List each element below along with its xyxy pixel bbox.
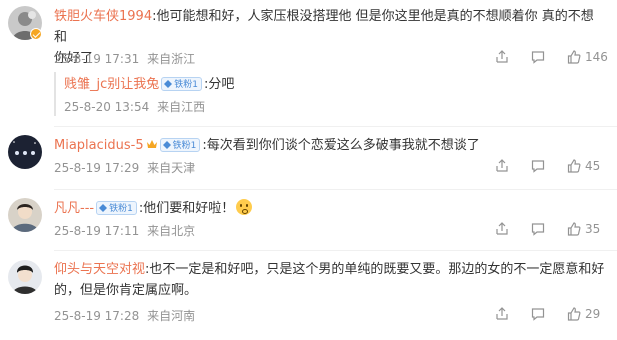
comment-actions: 45: [495, 159, 609, 173]
like-button[interactable]: 35: [567, 222, 609, 236]
fan-level-badge[interactable]: 铁粉1: [161, 77, 202, 91]
fan-level-icon: [99, 204, 108, 212]
share-button[interactable]: [495, 50, 509, 64]
share-icon: [496, 222, 508, 235]
share-icon: [496, 50, 508, 63]
comment-body-continued: 的，但是你肯定属应啊。: [54, 283, 198, 298]
timestamp: 25-8-20 13:54: [64, 100, 150, 114]
comment-body: :每次看到你们谈个恋爱这么多破事我就不想谈了: [202, 138, 480, 153]
comment-icon: [531, 223, 545, 236]
timestamp: 25-8-19 17:29: [54, 161, 140, 175]
avatar[interactable]: [8, 198, 42, 232]
reply-meta: 25-8-20 13:54 来自江西: [64, 98, 205, 115]
reply-button[interactable]: [531, 50, 545, 64]
reply-text: 贱雏_jc别让我兔 铁粉1:分吧: [64, 74, 595, 95]
like-button[interactable]: 146: [567, 50, 609, 64]
like-icon: [567, 50, 581, 64]
crown-icon: [146, 140, 157, 148]
username-link[interactable]: Miaplacidus-5: [54, 138, 144, 153]
avatar[interactable]: [8, 260, 42, 294]
location: 来自北京: [147, 224, 196, 238]
reply-button[interactable]: [531, 222, 545, 236]
comment-item: 凡凡--- 铁粉1:他们要和好啦！ 25-8-19 17:11 来自北京 35: [0, 190, 617, 250]
username-link[interactable]: 仰头与天空对视: [54, 262, 145, 277]
location: 来自河南: [147, 309, 196, 323]
username-link[interactable]: 凡凡---: [54, 201, 94, 216]
comment-text: 仰头与天空对视:也不一定是和好吧，只是这个男的单纯的既要又要。那边的女的不一定愿…: [54, 259, 605, 301]
like-icon: [567, 307, 581, 321]
reply-button[interactable]: [531, 159, 545, 173]
reply-thread: 贱雏_jc别让我兔 铁粉1:分吧 25-8-20 13:54 来自江西: [54, 72, 607, 116]
like-icon: [567, 222, 581, 236]
comment-body: :他们要和好啦！: [138, 201, 235, 216]
share-button[interactable]: [495, 159, 509, 173]
avatar[interactable]: [8, 135, 42, 169]
location: 来自江西: [157, 100, 206, 114]
like-icon: [567, 159, 581, 173]
timestamp: 25-8-19 17:31: [54, 52, 140, 66]
fan-level-icon: [162, 141, 171, 149]
like-button[interactable]: 45: [567, 159, 609, 173]
timestamp: 25-8-19 17:11: [54, 224, 140, 238]
like-count: 29: [585, 307, 601, 321]
thinking-emoji-icon: [236, 199, 253, 215]
like-button[interactable]: 29: [567, 307, 609, 321]
fan-level-badge[interactable]: 铁粉1: [96, 201, 137, 215]
like-count: 45: [585, 159, 601, 173]
comment-actions: 29: [495, 307, 609, 321]
location: 来自浙江: [147, 52, 196, 66]
comment-body: :也不一定是和好吧，只是这个男的单纯的既要又要。那边的女的不一定愿意和好: [145, 262, 605, 277]
fan-level-badge[interactable]: 铁粉1: [159, 138, 201, 152]
comment-icon: [531, 51, 545, 64]
comment-text: Miaplacidus-5 铁粉1:每次看到你们谈个恋爱这么多破事我就不想谈了: [54, 135, 605, 156]
comment-meta: 25-8-19 17:28 来自河南: [54, 307, 195, 324]
comment-item: 铁胆火车侠1994:他可能想和好，人家压根没搭理他 但是你这里他是真的不想顺着你…: [0, 0, 617, 126]
comment-text: 凡凡--- 铁粉1:他们要和好啦！: [54, 198, 605, 219]
reply-button[interactable]: [531, 307, 545, 321]
share-button[interactable]: [495, 222, 509, 236]
comment-meta: 25-8-19 17:31 来自浙江: [54, 50, 195, 67]
comment-item: 仰头与天空对视:也不一定是和好吧，只是这个男的单纯的既要又要。那边的女的不一定愿…: [0, 251, 617, 340]
comment-icon: [531, 308, 545, 321]
reply-body: :分吧: [204, 77, 235, 92]
like-count: 146: [585, 50, 608, 64]
timestamp: 25-8-19 17:28: [54, 309, 140, 323]
location: 来自天津: [147, 161, 196, 175]
comment-icon: [531, 160, 545, 173]
comment-actions: 146: [495, 50, 609, 64]
reply-username-link[interactable]: 贱雏_jc别让我兔: [64, 77, 159, 92]
comment-item: Miaplacidus-5 铁粉1:每次看到你们谈个恋爱这么多破事我就不想谈了 2…: [0, 127, 617, 189]
fan-level-icon: [164, 80, 173, 88]
share-icon: [496, 307, 508, 320]
comment-meta: 25-8-19 17:29 来自天津: [54, 159, 195, 176]
share-button[interactable]: [495, 307, 509, 321]
verified-badge-icon: [30, 28, 42, 40]
comment-actions: 35: [495, 222, 609, 236]
share-icon: [496, 159, 508, 172]
like-count: 35: [585, 222, 601, 236]
comment-meta: 25-8-19 17:11 来自北京: [54, 222, 195, 239]
username-link[interactable]: 铁胆火车侠1994: [54, 9, 152, 24]
